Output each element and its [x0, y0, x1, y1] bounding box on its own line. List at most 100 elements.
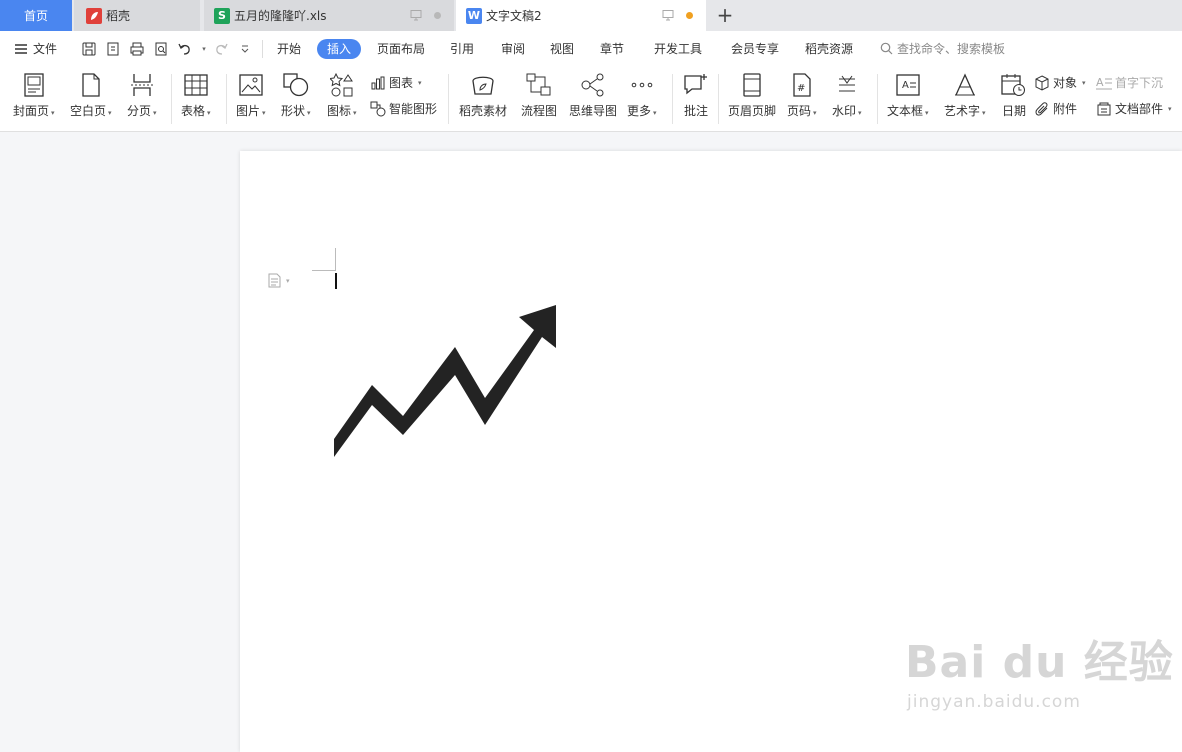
- trend-arrow-shape[interactable]: [334, 305, 558, 459]
- paragraph-doc-icon: [268, 273, 281, 288]
- tab-spreadsheet-label: 五月的隆隆吖.xls: [234, 9, 327, 23]
- comment-label: 批注: [683, 104, 708, 118]
- docer-material-button[interactable]: 稻壳素材: [459, 72, 507, 119]
- comment-button[interactable]: 批注: [682, 72, 710, 119]
- comment-icon: [682, 72, 710, 98]
- monitor-icon[interactable]: [410, 9, 422, 21]
- print-preview-icon[interactable]: [152, 40, 170, 58]
- document-parts-button[interactable]: 文档部件 ▾: [1096, 100, 1172, 117]
- menu-tab-page-layout[interactable]: 页面布局: [377, 39, 425, 59]
- shape-label: 形状: [281, 104, 306, 118]
- textbox-button[interactable]: A 文本框 ▾: [887, 72, 929, 119]
- document-parts-icon: [1097, 102, 1111, 115]
- header-footer-icon: [738, 72, 766, 98]
- icons-button[interactable]: 图标 ▾: [327, 72, 357, 119]
- ribbon-separator: [718, 74, 719, 124]
- ribbon-separator: [877, 74, 878, 124]
- shape-icon: [282, 72, 310, 98]
- menu-tab-developer[interactable]: 开发工具: [654, 39, 702, 59]
- docer-material-label: 稻壳素材: [459, 104, 508, 118]
- picture-button[interactable]: 图片 ▾: [236, 72, 266, 119]
- menu-tab-insert[interactable]: 插入: [317, 39, 362, 59]
- monitor-icon[interactable]: [662, 9, 674, 21]
- date-button[interactable]: 日期: [1000, 72, 1028, 119]
- undo-dropdown-icon[interactable]: ▾: [200, 40, 206, 58]
- blank-page-icon: [77, 72, 105, 98]
- menu-tab-review[interactable]: 审阅: [501, 39, 525, 59]
- blank-page-button[interactable]: 空白页 ▾: [70, 72, 112, 119]
- chevron-down-icon: ▾: [286, 276, 290, 285]
- calendar-clock-icon: [1000, 72, 1028, 98]
- table-button[interactable]: 表格 ▾: [181, 72, 211, 119]
- export-pdf-icon[interactable]: [104, 40, 122, 58]
- watermark-icon: [833, 72, 861, 98]
- cover-page-button[interactable]: 封面页 ▾: [13, 72, 55, 119]
- picture-label: 图片: [236, 104, 261, 118]
- svg-text:A: A: [902, 80, 909, 91]
- wordart-label: 艺术字: [944, 104, 981, 118]
- page-break-button[interactable]: 分页 ▾: [127, 72, 157, 119]
- watermark-main-text: Bai du 经验: [905, 637, 1174, 688]
- close-tab-dot-icon[interactable]: [434, 11, 441, 19]
- menu-tab-member[interactable]: 会员专享: [731, 39, 779, 59]
- menu-tab-start[interactable]: 开始: [277, 39, 301, 59]
- ribbon-insert: 封面页 ▾ 空白页 ▾ 分页 ▾ 表格 ▾ 图片 ▾ 形状 ▾ 图标 ▾ 图表 ▾ 智能图形 稻…: [0, 66, 1182, 132]
- file-menu[interactable]: 文件: [14, 40, 57, 57]
- picture-icon: [237, 72, 265, 98]
- smart-graphic-label: 智能图形: [389, 102, 438, 116]
- tab-spreadsheet[interactable]: S 五月的隆隆吖.xls: [204, 0, 454, 31]
- menu-tab-references[interactable]: 引用: [450, 39, 474, 59]
- icons-label: 图标: [327, 104, 352, 118]
- command-search[interactable]: 查找命令、搜索模板: [880, 40, 1005, 57]
- page-number-icon: #: [788, 72, 816, 98]
- blank-page-label: 空白页: [70, 104, 107, 118]
- tab-docer-label: 稻壳: [106, 9, 131, 23]
- watermark-url: jingyan.baidu.com: [907, 692, 1081, 712]
- drop-cap-label: 首字下沉: [1115, 76, 1164, 90]
- zigzag-arrow-icon: [334, 305, 556, 457]
- redo-icon[interactable]: [212, 40, 230, 58]
- save-icon[interactable]: [80, 40, 98, 58]
- object-button[interactable]: 对象 ▾: [1034, 74, 1086, 91]
- page-break-icon: [128, 72, 156, 98]
- attachment-button[interactable]: 附件: [1034, 100, 1077, 117]
- baidu-jingyan-watermark: Bai du 经验 jingyan.baidu.com: [905, 626, 1174, 712]
- menu-divider: [262, 40, 263, 58]
- new-tab-button[interactable]: +: [714, 3, 736, 27]
- tab-document[interactable]: W 文字文稿2: [456, 0, 706, 31]
- shape-button[interactable]: 形状 ▾: [281, 72, 311, 119]
- tab-docer[interactable]: 稻壳: [74, 0, 200, 31]
- tab-home[interactable]: 首页: [0, 0, 72, 31]
- header-footer-button[interactable]: 页眉页脚: [728, 72, 776, 119]
- drop-cap-button[interactable]: A 首字下沉: [1096, 74, 1163, 91]
- undo-icon[interactable]: [176, 40, 194, 58]
- page-number-label: 页码: [787, 104, 812, 118]
- paragraph-menu[interactable]: ▾: [268, 273, 290, 288]
- smart-graphic-button[interactable]: 智能图形: [370, 100, 437, 117]
- more-button[interactable]: 更多 ▾: [627, 72, 657, 119]
- table-label: 表格: [181, 104, 206, 118]
- svg-text:#: #: [797, 83, 805, 94]
- page-number-button[interactable]: # 页码 ▾: [787, 72, 817, 119]
- spreadsheet-logo-icon: S: [214, 7, 230, 24]
- watermark-button[interactable]: 水印 ▾: [832, 72, 862, 119]
- flowchart-button[interactable]: 流程图: [521, 72, 557, 119]
- ribbon-separator: [171, 74, 172, 124]
- tab-home-label: 首页: [23, 9, 48, 23]
- svg-text:A: A: [1096, 76, 1104, 89]
- search-icon: [880, 42, 893, 55]
- paperclip-icon: [1035, 101, 1048, 116]
- print-icon[interactable]: [128, 40, 146, 58]
- wordart-button[interactable]: 艺术字 ▾: [944, 72, 986, 119]
- chart-button[interactable]: 图表 ▾: [370, 74, 422, 91]
- unsaved-dot-icon[interactable]: [686, 11, 693, 19]
- tab-document-actions: [662, 9, 693, 21]
- customize-toolbar-icon[interactable]: [236, 40, 254, 58]
- more-label: 更多: [627, 104, 652, 118]
- menu-tab-docer-resources[interactable]: 稻壳资源: [805, 39, 853, 59]
- ribbon-separator: [226, 74, 227, 124]
- menu-tab-chapter[interactable]: 章节: [600, 39, 624, 59]
- menu-tab-view[interactable]: 视图: [550, 39, 574, 59]
- mindmap-button[interactable]: 思维导图: [569, 72, 617, 119]
- ribbon-separator: [448, 74, 449, 124]
